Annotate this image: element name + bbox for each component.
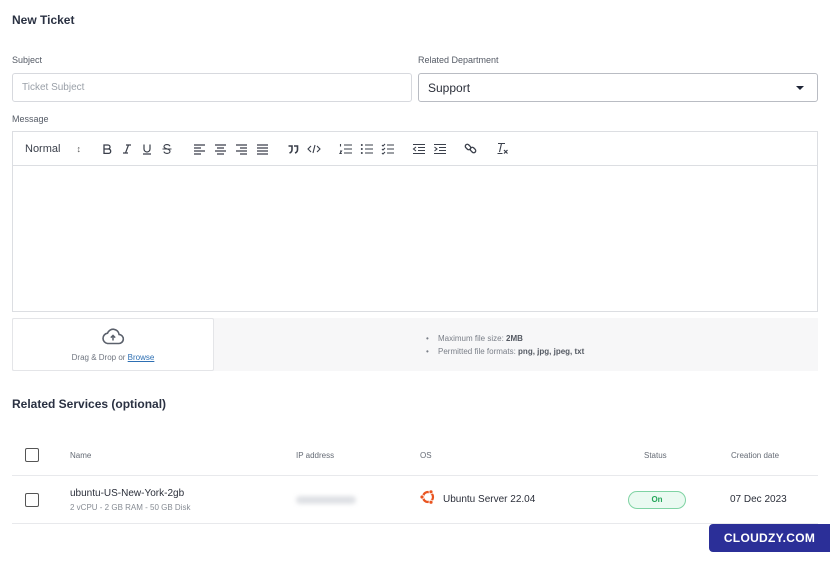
formats-rule: Permitted file formats: png, jpg, jpeg, …: [426, 345, 584, 358]
department-select[interactable]: Support: [418, 73, 818, 102]
browse-link[interactable]: Browse: [128, 353, 155, 362]
ip-address-blurred: [296, 495, 356, 504]
message-label: Message: [12, 114, 49, 124]
dropzone[interactable]: Drag & Drop or Browse: [12, 318, 214, 371]
bullet-list-icon[interactable]: [360, 139, 373, 159]
os-name: Ubuntu Server 22.04: [443, 494, 536, 505]
ordered-list-icon[interactable]: [338, 139, 352, 159]
col-created: Creation date: [731, 450, 780, 460]
subject-placeholder: Ticket Subject: [22, 82, 85, 93]
align-right-icon[interactable]: [235, 139, 248, 159]
table-header: Name IP address OS Status Creation date: [12, 435, 818, 476]
heading-select[interactable]: Normal: [25, 139, 60, 159]
services-title: Related Services (optional): [12, 397, 167, 411]
col-name: Name: [70, 450, 92, 460]
select-all-checkbox[interactable]: [25, 448, 39, 462]
ubuntu-icon: [419, 488, 437, 511]
caret-down-icon: [796, 85, 804, 90]
link-icon[interactable]: [464, 139, 477, 159]
brand-badge: CLOUDZY.COM: [709, 524, 830, 552]
code-block-icon[interactable]: [307, 139, 321, 159]
clear-format-icon[interactable]: [495, 139, 509, 159]
checklist-icon[interactable]: [381, 139, 394, 159]
formats-label: Permitted file formats:: [438, 347, 516, 356]
strikethrough-icon[interactable]: [161, 139, 173, 159]
service-spec: 2 vCPU - 2 GB RAM - 50 GB Disk: [70, 502, 191, 512]
align-left-icon[interactable]: [193, 139, 206, 159]
max-size-rule: Maximum file size: 2MB: [426, 332, 584, 345]
subject-input[interactable]: Ticket Subject: [12, 73, 412, 102]
heading-select-arrows-icon[interactable]: ↕: [76, 139, 81, 159]
services-table: Name IP address OS Status Creation date …: [12, 435, 818, 524]
outdent-icon[interactable]: [412, 139, 425, 159]
page-title: New Ticket: [12, 13, 75, 27]
file-upload-area: Drag & Drop or Browse Maximum file size:…: [12, 318, 818, 371]
align-justify-icon[interactable]: [256, 139, 269, 159]
blockquote-icon[interactable]: [287, 139, 299, 159]
indent-icon[interactable]: [433, 139, 446, 159]
table-row[interactable]: ubuntu-US-New-York-2gb 2 vCPU - 2 GB RAM…: [12, 476, 818, 524]
cloud-upload-icon: [101, 327, 125, 350]
bold-icon[interactable]: [101, 139, 113, 159]
creation-date: 07 Dec 2023: [730, 494, 787, 505]
col-ip: IP address: [296, 450, 335, 460]
department-selected-value: Support: [428, 80, 471, 95]
message-textarea[interactable]: [13, 166, 817, 312]
italic-icon[interactable]: [121, 139, 133, 159]
row-checkbox[interactable]: [25, 492, 39, 507]
service-name: ubuntu-US-New-York-2gb: [70, 487, 185, 499]
underline-icon[interactable]: [141, 139, 153, 159]
drop-text: Drag & Drop or: [71, 352, 126, 362]
col-status: Status: [644, 450, 667, 460]
upload-rules: Maximum file size: 2MB Permitted file fo…: [426, 332, 584, 358]
col-os: OS: [420, 450, 432, 460]
message-editor: Normal ↕: [12, 131, 818, 312]
editor-toolbar: Normal ↕: [13, 132, 817, 166]
max-size-label: Maximum file size:: [438, 334, 504, 343]
formats-value: png, jpg, jpeg, txt: [518, 347, 585, 356]
max-size-value: 2MB: [506, 334, 523, 343]
department-label: Related Department: [418, 55, 499, 65]
status-badge: On: [628, 490, 686, 509]
align-center-icon[interactable]: [214, 139, 227, 159]
subject-label: Subject: [12, 55, 43, 65]
